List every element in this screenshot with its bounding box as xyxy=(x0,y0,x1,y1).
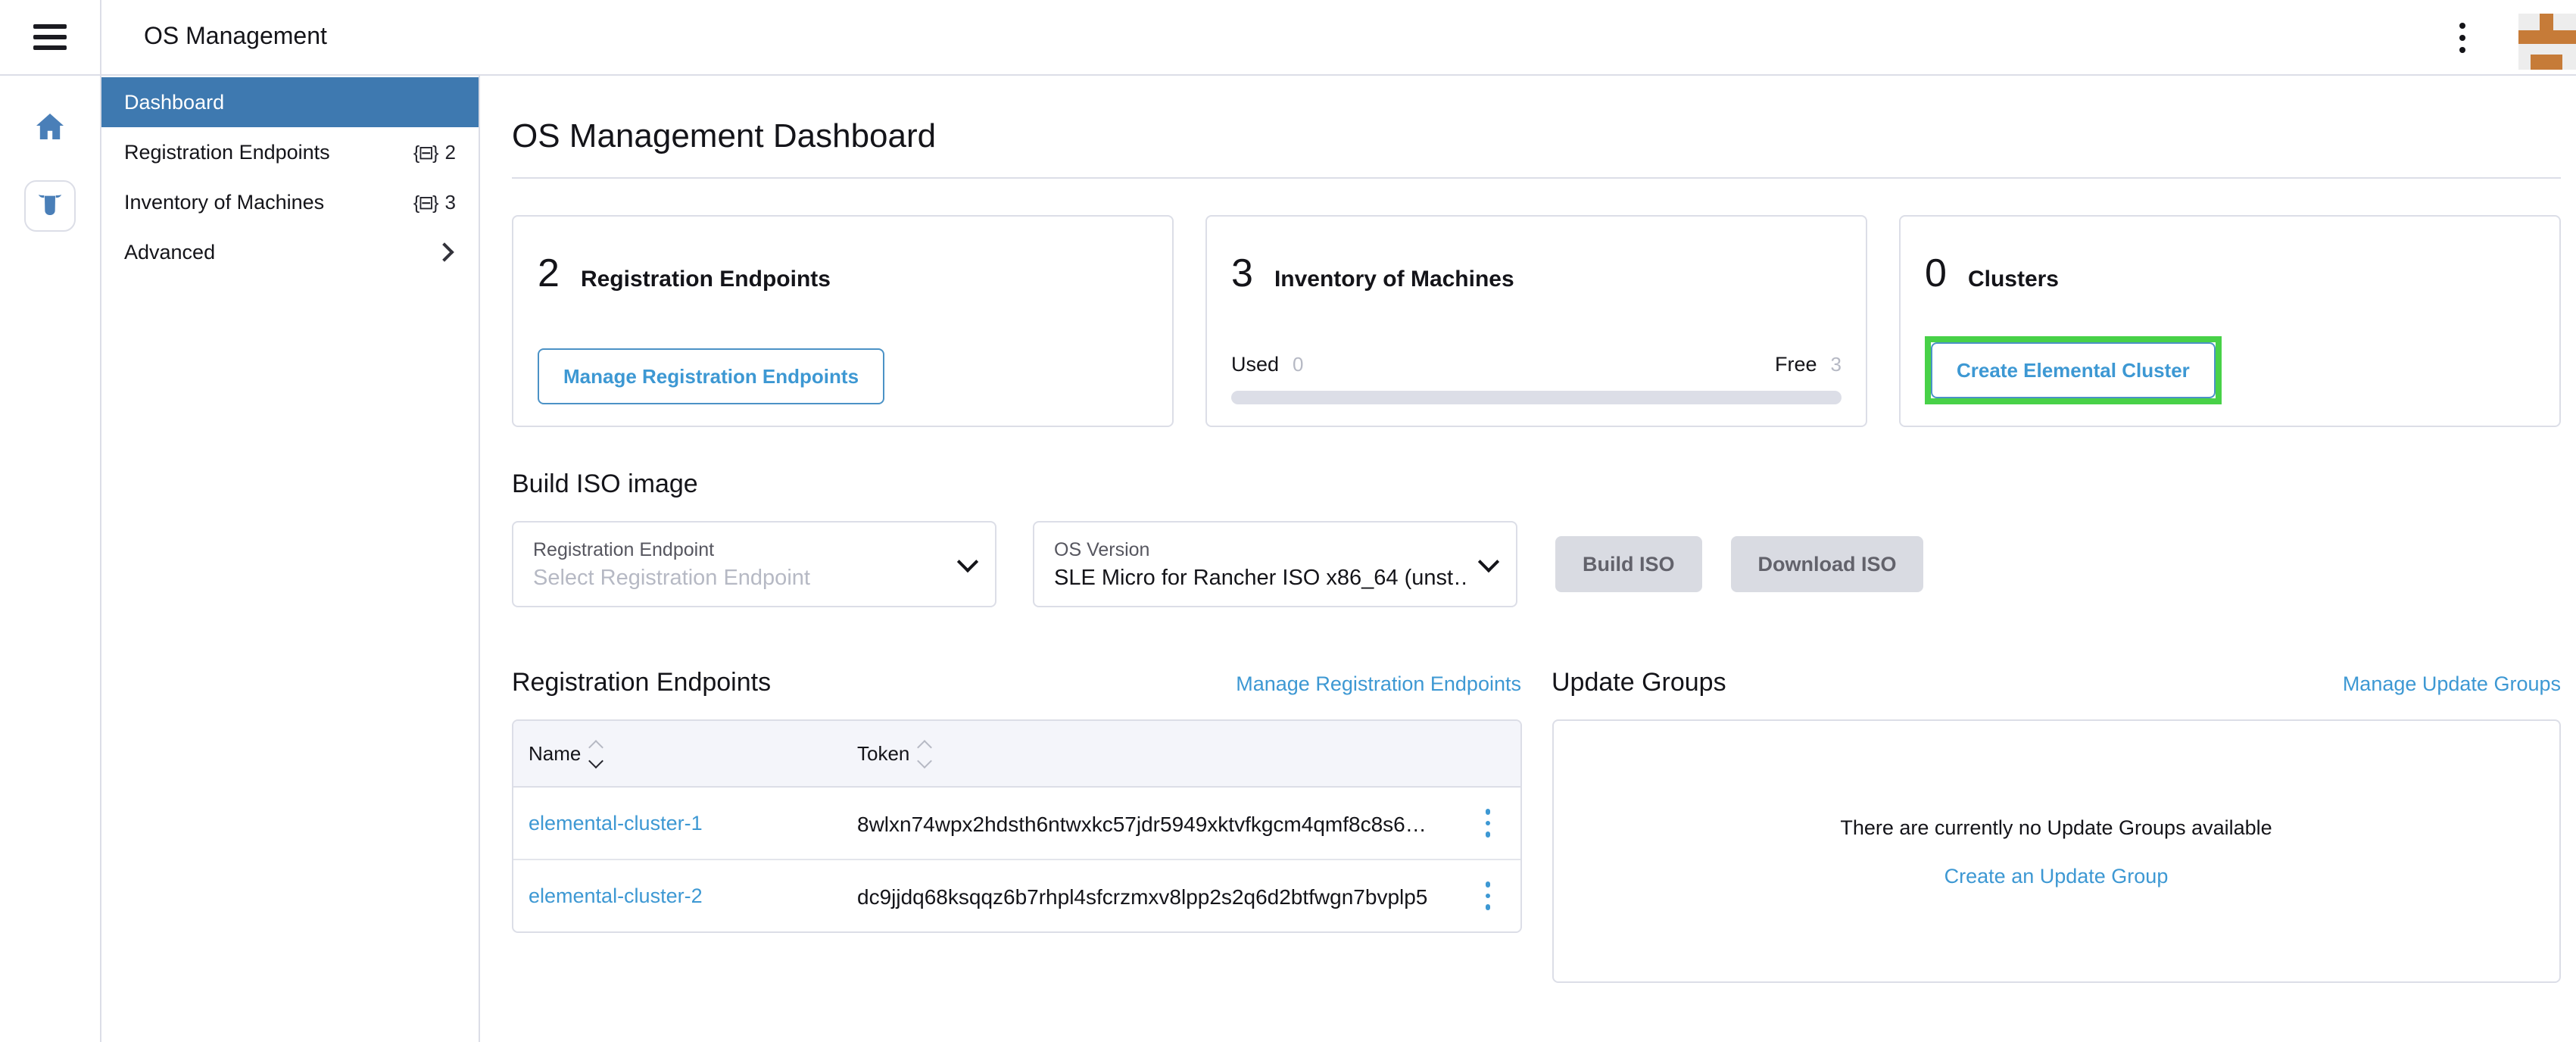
select-label: OS Version xyxy=(1054,538,1466,560)
select-label: Registration Endpoint xyxy=(533,538,810,560)
manage-registration-endpoints-button[interactable]: Manage Registration Endpoints xyxy=(538,348,884,404)
free-value: 3 xyxy=(1831,353,1842,376)
card-title: Clusters xyxy=(1968,267,2059,292)
column-label: Token xyxy=(857,742,909,765)
sidebar-item-inventory-of-machines[interactable]: Inventory of Machines {⊟} 3 xyxy=(101,177,479,227)
table-row: elemental-cluster-2 dc9jjdq68ksqqz6b7rhp… xyxy=(513,859,1520,931)
action-highlight-box: Create Elemental Cluster xyxy=(1925,336,2222,404)
chevron-right-icon xyxy=(435,242,454,261)
page-title: OS Management Dashboard xyxy=(512,117,2561,156)
app-window: OS Management Dashboard xyxy=(0,0,2576,1040)
count-badge: {⊟} 3 xyxy=(413,191,456,214)
update-groups-section: Update Groups Manage Update Groups There… xyxy=(1552,668,2561,983)
card-count: 2 xyxy=(538,250,560,297)
card-clusters: 0 Clusters Create Elemental Cluster xyxy=(1899,215,2561,427)
registration-endpoint-select[interactable]: Registration Endpoint Select Registratio… xyxy=(512,521,996,607)
card-registration-endpoints: 2 Registration Endpoints Manage Registra… xyxy=(512,215,1174,427)
free-label: Free xyxy=(1775,353,1817,376)
app-title: OS Management xyxy=(144,23,327,51)
sidebar-item-registration-endpoints[interactable]: Registration Endpoints {⊟} 2 xyxy=(101,127,479,177)
sidebar-item-dashboard[interactable]: Dashboard xyxy=(101,77,479,127)
table-header: Name Token xyxy=(513,721,1520,788)
registration-endpoints-table: Name Token elemental-cluster-1 8wlxn74wp… xyxy=(512,719,1521,933)
card-inventory-of-machines: 3 Inventory of Machines Used 0 Free 3 xyxy=(1205,215,1867,427)
build-iso-button[interactable]: Build ISO xyxy=(1555,536,1702,592)
menu-icon[interactable] xyxy=(33,18,67,56)
section-title: Update Groups xyxy=(1552,668,1726,698)
endpoint-link[interactable]: elemental-cluster-1 xyxy=(529,812,703,835)
section-title: Registration Endpoints xyxy=(512,668,771,698)
chevron-down-icon xyxy=(1478,551,1499,572)
count-value: 3 xyxy=(445,191,456,214)
brand-logo xyxy=(2518,13,2576,69)
title-divider xyxy=(512,177,2561,179)
top-bar: OS Management xyxy=(0,0,2576,76)
sidebar-item-label: Inventory of Machines xyxy=(124,191,324,214)
column-header-token[interactable]: Token xyxy=(857,741,1520,766)
card-count: 0 xyxy=(1925,250,1947,297)
machines-usage-progress-bar xyxy=(1231,391,1842,404)
sidebar: Dashboard Registration Endpoints {⊟} 2 I… xyxy=(101,76,480,1042)
card-title: Inventory of Machines xyxy=(1274,267,1514,292)
os-version-select[interactable]: OS Version SLE Micro for Rancher ISO x86… xyxy=(1033,521,1517,607)
chevron-down-icon xyxy=(957,551,978,572)
card-title: Registration Endpoints xyxy=(581,267,831,292)
elemental-app-icon[interactable] xyxy=(24,180,76,232)
registration-endpoints-section: Registration Endpoints Manage Registrati… xyxy=(512,668,1521,983)
sidebar-item-label: Advanced xyxy=(124,241,215,264)
empty-state-text: There are currently no Update Groups ava… xyxy=(1840,816,2272,838)
topbar-divider xyxy=(100,0,101,74)
sort-icon xyxy=(590,741,600,766)
home-icon[interactable] xyxy=(32,109,68,153)
select-value: SLE Micro for Rancher ISO x86_64 (unst… xyxy=(1054,566,1466,590)
column-label: Name xyxy=(529,742,581,765)
card-count: 3 xyxy=(1231,250,1253,297)
row-actions-icon[interactable] xyxy=(1480,803,1497,844)
used-value: 0 xyxy=(1293,353,1303,376)
manage-update-groups-link[interactable]: Manage Update Groups xyxy=(2343,672,2561,695)
sidebar-item-label: Dashboard xyxy=(124,91,224,114)
used-label: Used xyxy=(1231,353,1279,376)
sort-icon xyxy=(918,741,929,766)
column-header-name[interactable]: Name xyxy=(513,741,857,766)
manage-registration-endpoints-link[interactable]: Manage Registration Endpoints xyxy=(1236,672,1521,695)
sidebar-item-label: Registration Endpoints xyxy=(124,141,330,164)
token-value: dc9jjdq68ksqqz6b7rhpl4sfcrzmxv8lpp2s2q6d… xyxy=(857,884,1456,908)
create-elemental-cluster-button[interactable]: Create Elemental Cluster xyxy=(1931,342,2216,398)
update-groups-empty-panel: There are currently no Update Groups ava… xyxy=(1552,719,2561,983)
table-row: elemental-cluster-1 8wlxn74wpx2hdsth6ntw… xyxy=(513,788,1520,859)
count-badge: {⊟} 2 xyxy=(413,141,456,164)
token-value: 8wlxn74wpx2hdsth6ntwxkc57jdr5949xktvfkgc… xyxy=(857,811,1456,835)
count-badge-icon: {⊟} xyxy=(413,141,438,164)
endpoint-link[interactable]: elemental-cluster-2 xyxy=(529,884,703,907)
count-badge-icon: {⊟} xyxy=(413,191,438,214)
icon-rail xyxy=(0,76,101,1042)
create-update-group-link[interactable]: Create an Update Group xyxy=(1944,864,2169,887)
build-iso-title: Build ISO image xyxy=(512,470,2561,500)
download-iso-button[interactable]: Download ISO xyxy=(1731,536,1924,592)
row-actions-icon[interactable] xyxy=(1480,876,1497,916)
count-value: 2 xyxy=(445,141,456,164)
main-content: OS Management Dashboard 2 Registration E… xyxy=(480,76,2576,1042)
sidebar-item-advanced[interactable]: Advanced xyxy=(101,227,479,277)
overflow-menu-icon[interactable] xyxy=(2453,16,2472,58)
select-placeholder: Select Registration Endpoint xyxy=(533,566,810,590)
